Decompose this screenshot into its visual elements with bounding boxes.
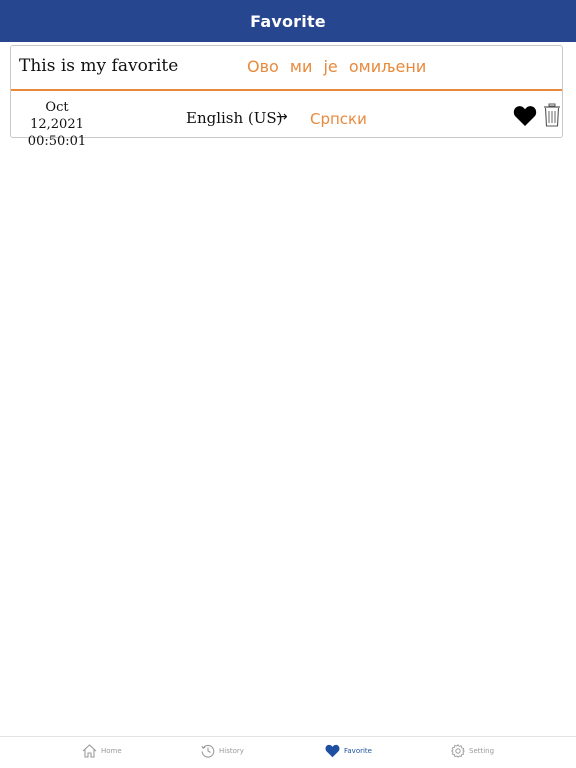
history-icon	[201, 744, 215, 758]
gear-icon	[451, 744, 465, 758]
tab-home-label: Home	[101, 747, 122, 755]
page-title: Favorite	[250, 11, 326, 31]
home-icon	[82, 744, 97, 758]
bottom-tab-bar: Home History Favorite Setting	[0, 736, 576, 768]
timestamp: Oct 12,2021 00:50:01	[17, 99, 97, 150]
tab-setting-label: Setting	[469, 747, 495, 755]
favorite-card[interactable]: This is my favorite Ово ми је омиљени Oc…	[10, 45, 563, 149]
tab-favorite[interactable]: Favorite	[325, 744, 372, 758]
time-text: 00:50:01	[27, 134, 87, 149]
trash-icon	[544, 103, 560, 127]
tab-home[interactable]: Home	[82, 744, 122, 758]
tab-setting[interactable]: Setting	[451, 744, 494, 758]
favorite-toggle-button[interactable]	[513, 105, 537, 127]
app-root: Favorite This is my favorite Ово ми је о…	[0, 0, 576, 768]
favorite-card-text-row: This is my favorite Ово ми је омиљени	[11, 46, 562, 91]
language-arrow: →	[276, 109, 288, 125]
source-text: This is my favorite	[19, 56, 179, 76]
tab-history-label: History	[219, 747, 244, 755]
heart-filled-icon	[513, 106, 537, 126]
tab-favorite-label: Favorite	[344, 747, 372, 755]
delete-button[interactable]	[543, 103, 561, 127]
translated-text: Ово ми је омиљени	[247, 57, 427, 76]
top-navigation-bar: Favorite	[0, 0, 576, 42]
target-language: Српски	[310, 110, 367, 128]
favorite-card-meta-row: Oct 12,2021 00:50:01 English (US) → Српс…	[11, 91, 562, 149]
tab-history[interactable]: History	[201, 744, 244, 758]
source-language: English (US)	[186, 109, 283, 127]
heart-icon	[325, 744, 340, 758]
date-text: Oct 12,2021	[30, 100, 84, 132]
